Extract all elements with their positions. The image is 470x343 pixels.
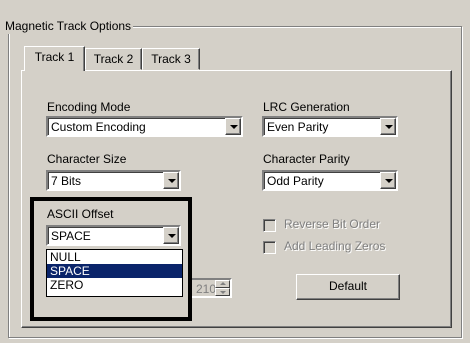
ascii-offset-dropdown-list: NULL SPACE ZERO — [46, 249, 183, 297]
dropdown-option-null[interactable]: NULL — [47, 250, 182, 264]
reverse-bit-order-label: Reverse Bit Order — [284, 217, 381, 231]
ascii-offset-label: ASCII Offset — [47, 207, 114, 221]
character-parity-value: Odd Parity — [267, 174, 324, 188]
chevron-down-icon — [220, 291, 226, 294]
ascii-offset-select[interactable]: SPACE — [46, 225, 181, 246]
chevron-down-icon — [385, 125, 393, 129]
character-parity-select[interactable]: Odd Parity — [262, 170, 398, 191]
character-parity-dropdown-button[interactable] — [380, 172, 396, 189]
chevron-down-icon — [385, 179, 393, 183]
dropdown-option-space[interactable]: SPACE — [47, 264, 182, 278]
tab-track-2[interactable]: Track 2 — [85, 48, 142, 70]
encoding-mode-label: Encoding Mode — [47, 100, 131, 114]
tab-track-1[interactable]: Track 1 — [24, 46, 85, 71]
character-size-value: 7 Bits — [51, 174, 82, 188]
spinner-value: 210 — [196, 282, 217, 296]
group-title: Magnetic Track Options — [3, 18, 134, 34]
ascii-offset-value: SPACE — [51, 229, 91, 243]
character-size-dropdown-button[interactable] — [163, 172, 179, 189]
encoding-mode-value: Custom Encoding — [51, 120, 146, 134]
tab-track-3[interactable]: Track 3 — [142, 48, 200, 70]
default-button[interactable]: Default — [296, 274, 400, 300]
numeric-spinner[interactable]: 210 — [190, 278, 232, 298]
lrc-generation-select[interactable]: Even Parity — [262, 116, 398, 137]
encoding-mode-select[interactable]: Custom Encoding — [46, 116, 243, 137]
lrc-generation-dropdown-button[interactable] — [380, 118, 396, 135]
spin-down-button[interactable] — [215, 288, 230, 296]
add-leading-zeros-checkbox[interactable] — [263, 241, 276, 254]
chevron-up-icon — [220, 282, 226, 285]
character-size-select[interactable]: 7 Bits — [46, 170, 181, 191]
add-leading-zeros-label: Add Leading Zeros — [284, 239, 386, 253]
chevron-down-icon — [168, 234, 176, 238]
spin-up-button[interactable] — [215, 280, 230, 288]
encoding-mode-dropdown-button[interactable] — [225, 118, 241, 135]
dropdown-option-zero[interactable]: ZERO — [47, 278, 182, 292]
reverse-bit-order-checkbox[interactable] — [263, 219, 276, 232]
character-size-label: Character Size — [47, 152, 127, 166]
ascii-offset-dropdown-button[interactable] — [163, 227, 179, 244]
lrc-generation-value: Even Parity — [267, 120, 329, 134]
chevron-down-icon — [230, 125, 238, 129]
character-parity-label: Character Parity — [263, 152, 350, 166]
chevron-down-icon — [168, 179, 176, 183]
lrc-generation-label: LRC Generation — [263, 100, 350, 114]
